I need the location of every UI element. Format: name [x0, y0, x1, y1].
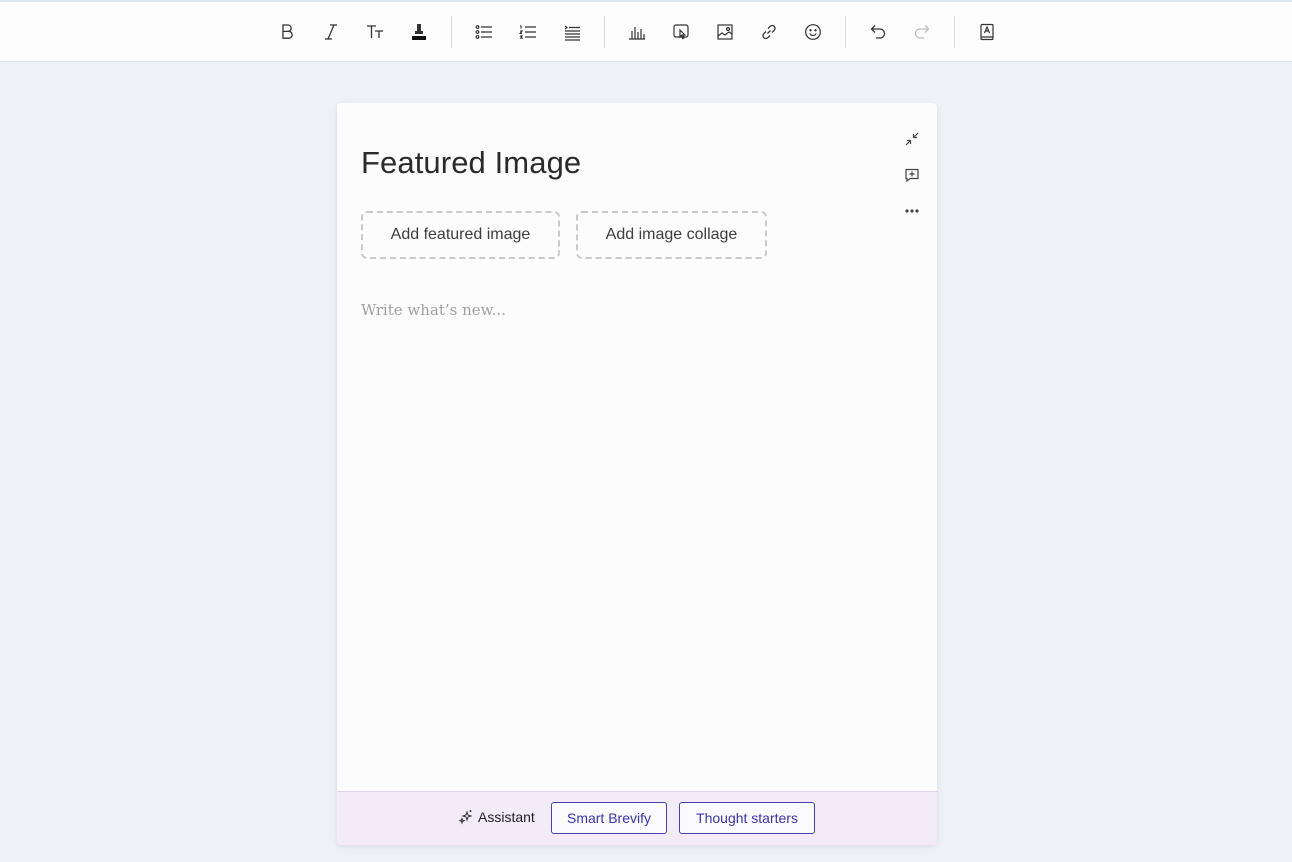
bullet-list-icon: [475, 25, 492, 39]
body-placeholder: Write what’s new...: [361, 301, 506, 319]
collapse-button[interactable]: [901, 128, 923, 150]
embed-icon: [673, 24, 689, 40]
italic-icon: [325, 24, 337, 40]
italic-button[interactable]: [317, 18, 345, 46]
highlight-icon: [412, 24, 426, 40]
numbered-list-icon: [519, 24, 536, 39]
sparkle-icon: [458, 810, 473, 825]
emoji-icon: [805, 24, 821, 40]
redo-button[interactable]: [908, 18, 936, 46]
formatting-toolbar: [0, 2, 1292, 62]
indent-button[interactable]: [558, 18, 586, 46]
embed-button[interactable]: [667, 18, 695, 46]
assistant-label[interactable]: Assistant: [458, 809, 535, 825]
text-size-button[interactable]: [361, 18, 389, 46]
link-button[interactable]: [755, 18, 783, 46]
bold-button[interactable]: [273, 18, 301, 46]
bullet-list-button[interactable]: [470, 18, 498, 46]
redo-icon: [914, 25, 930, 39]
image-button[interactable]: [711, 18, 739, 46]
add-comment-button[interactable]: [901, 164, 923, 186]
emoji-button[interactable]: [799, 18, 827, 46]
toolbar-divider: [451, 16, 452, 48]
link-icon: [762, 24, 776, 40]
add-image-collage-button[interactable]: Add image collage: [576, 211, 767, 259]
bold-icon: [282, 24, 293, 39]
dictionary-icon: [980, 23, 994, 41]
indent-icon: [564, 25, 580, 41]
assistant-text: Assistant: [478, 809, 535, 825]
assistant-bar: Assistant Smart Brevify Thought starters: [337, 791, 937, 845]
undo-icon: [870, 25, 886, 39]
editor-card: Featured Image Add featured image Add im…: [337, 103, 937, 845]
image-icon: [717, 24, 733, 40]
more-options-icon: [905, 209, 919, 213]
toolbar-divider: [604, 16, 605, 48]
text-size-icon: [367, 25, 383, 38]
thought-starters-button[interactable]: Thought starters: [679, 802, 815, 834]
page-title[interactable]: Featured Image: [361, 145, 581, 181]
body-editor[interactable]: Write what’s new...: [361, 301, 901, 781]
smart-brevify-button[interactable]: Smart Brevify: [551, 802, 667, 834]
add-comment-icon: [905, 168, 919, 183]
chart-button[interactable]: [623, 18, 651, 46]
more-options-button[interactable]: [901, 200, 923, 222]
add-featured-image-button[interactable]: Add featured image: [361, 211, 560, 259]
dictionary-button[interactable]: [973, 18, 1001, 46]
chart-icon: [629, 27, 645, 40]
numbered-list-button[interactable]: [514, 18, 542, 46]
highlight-button[interactable]: [405, 18, 433, 46]
toolbar-divider: [845, 16, 846, 48]
undo-button[interactable]: [864, 18, 892, 46]
collapse-icon: [905, 132, 919, 146]
toolbar-divider: [954, 16, 955, 48]
